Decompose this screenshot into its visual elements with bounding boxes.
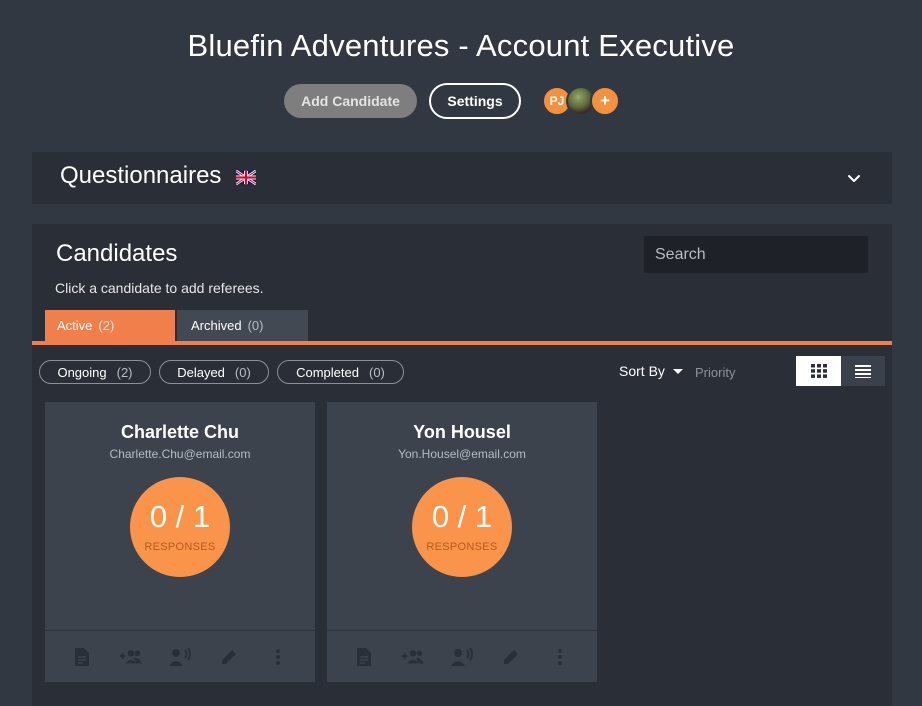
uk-flag-icon xyxy=(236,170,256,185)
filter-completed[interactable]: Completed (0) xyxy=(277,360,404,384)
add-candidate-button[interactable]: Add Candidate xyxy=(284,84,417,118)
sort-by-label: Sort By xyxy=(619,363,665,379)
tab-archived[interactable]: Archived (0) xyxy=(177,310,308,341)
search-input[interactable] xyxy=(644,236,868,273)
page-title: Bluefin Adventures - Account Executive xyxy=(187,28,735,63)
more-options-icon[interactable] xyxy=(548,645,572,669)
filter-delayed-label: Delayed xyxy=(177,364,225,380)
card-actions xyxy=(45,630,315,682)
candidate-email: Yon.Housel@email.com xyxy=(398,447,526,461)
responses-circle: 0 / 1 RESPONSES xyxy=(130,477,230,577)
settings-button[interactable]: Settings xyxy=(429,83,521,119)
questionnaires-panel[interactable]: Questionnaires xyxy=(32,152,892,204)
responses-label: RESPONSES xyxy=(426,541,498,553)
edit-icon[interactable] xyxy=(217,645,241,669)
add-referee-icon[interactable] xyxy=(401,645,425,669)
responses-label: RESPONSES xyxy=(144,541,216,553)
responses-count: 0 / 1 xyxy=(149,499,211,534)
candidates-panel: Candidates Click a candidate to add refe… xyxy=(32,224,892,706)
tab-underline xyxy=(32,341,892,345)
more-options-icon[interactable] xyxy=(266,645,290,669)
tab-archived-label: Archived xyxy=(191,318,242,333)
sort-value[interactable]: Priority xyxy=(695,365,735,380)
request-feedback-icon[interactable] xyxy=(450,645,474,669)
sort-by-dropdown[interactable]: Sort By xyxy=(619,363,683,379)
candidate-card[interactable]: Charlette Chu Charlette.Chu@email.com 0 … xyxy=(45,402,315,682)
candidate-card[interactable]: Yon Housel Yon.Housel@email.com 0 / 1 RE… xyxy=(327,402,597,682)
filter-ongoing[interactable]: Ongoing (2) xyxy=(39,360,151,384)
grid-view-icon xyxy=(810,364,827,378)
edit-icon[interactable] xyxy=(499,645,523,669)
document-icon[interactable] xyxy=(352,645,376,669)
filter-delayed-count: (0) xyxy=(234,364,251,380)
filter-delayed[interactable]: Delayed (0) xyxy=(159,360,269,384)
filter-ongoing-label: Ongoing xyxy=(57,364,107,380)
filter-completed-count: (0) xyxy=(368,364,385,380)
add-referee-icon[interactable] xyxy=(119,645,143,669)
candidate-name: Charlette Chu xyxy=(120,422,239,442)
tab-active-count: (2) xyxy=(98,318,115,333)
chevron-down-icon[interactable] xyxy=(844,168,864,188)
filter-completed-label: Completed xyxy=(296,364,359,380)
tab-active[interactable]: Active (2) xyxy=(45,310,175,341)
tab-active-label: Active xyxy=(57,318,93,333)
responses-count: 0 / 1 xyxy=(431,499,493,534)
grid-view-button[interactable] xyxy=(796,356,841,386)
questionnaires-title: Questionnaires xyxy=(60,162,222,189)
candidates-subtitle: Click a candidate to add referees. xyxy=(55,280,264,296)
team-avatars: PJ + xyxy=(542,86,622,116)
candidate-email: Charlette.Chu@email.com xyxy=(109,447,251,461)
card-actions xyxy=(327,630,597,682)
list-view-button[interactable] xyxy=(841,356,885,386)
document-icon[interactable] xyxy=(70,645,94,669)
filter-ongoing-count: (2) xyxy=(116,364,133,380)
candidates-title: Candidates xyxy=(56,240,178,267)
tab-archived-count: (0) xyxy=(247,318,264,333)
add-member-button[interactable]: + xyxy=(590,86,620,116)
responses-circle: 0 / 1 RESPONSES xyxy=(412,477,512,577)
request-feedback-icon[interactable] xyxy=(168,645,192,669)
candidate-name: Yon Housel xyxy=(413,422,511,442)
list-view-icon xyxy=(855,365,871,378)
caret-down-icon xyxy=(672,368,683,374)
